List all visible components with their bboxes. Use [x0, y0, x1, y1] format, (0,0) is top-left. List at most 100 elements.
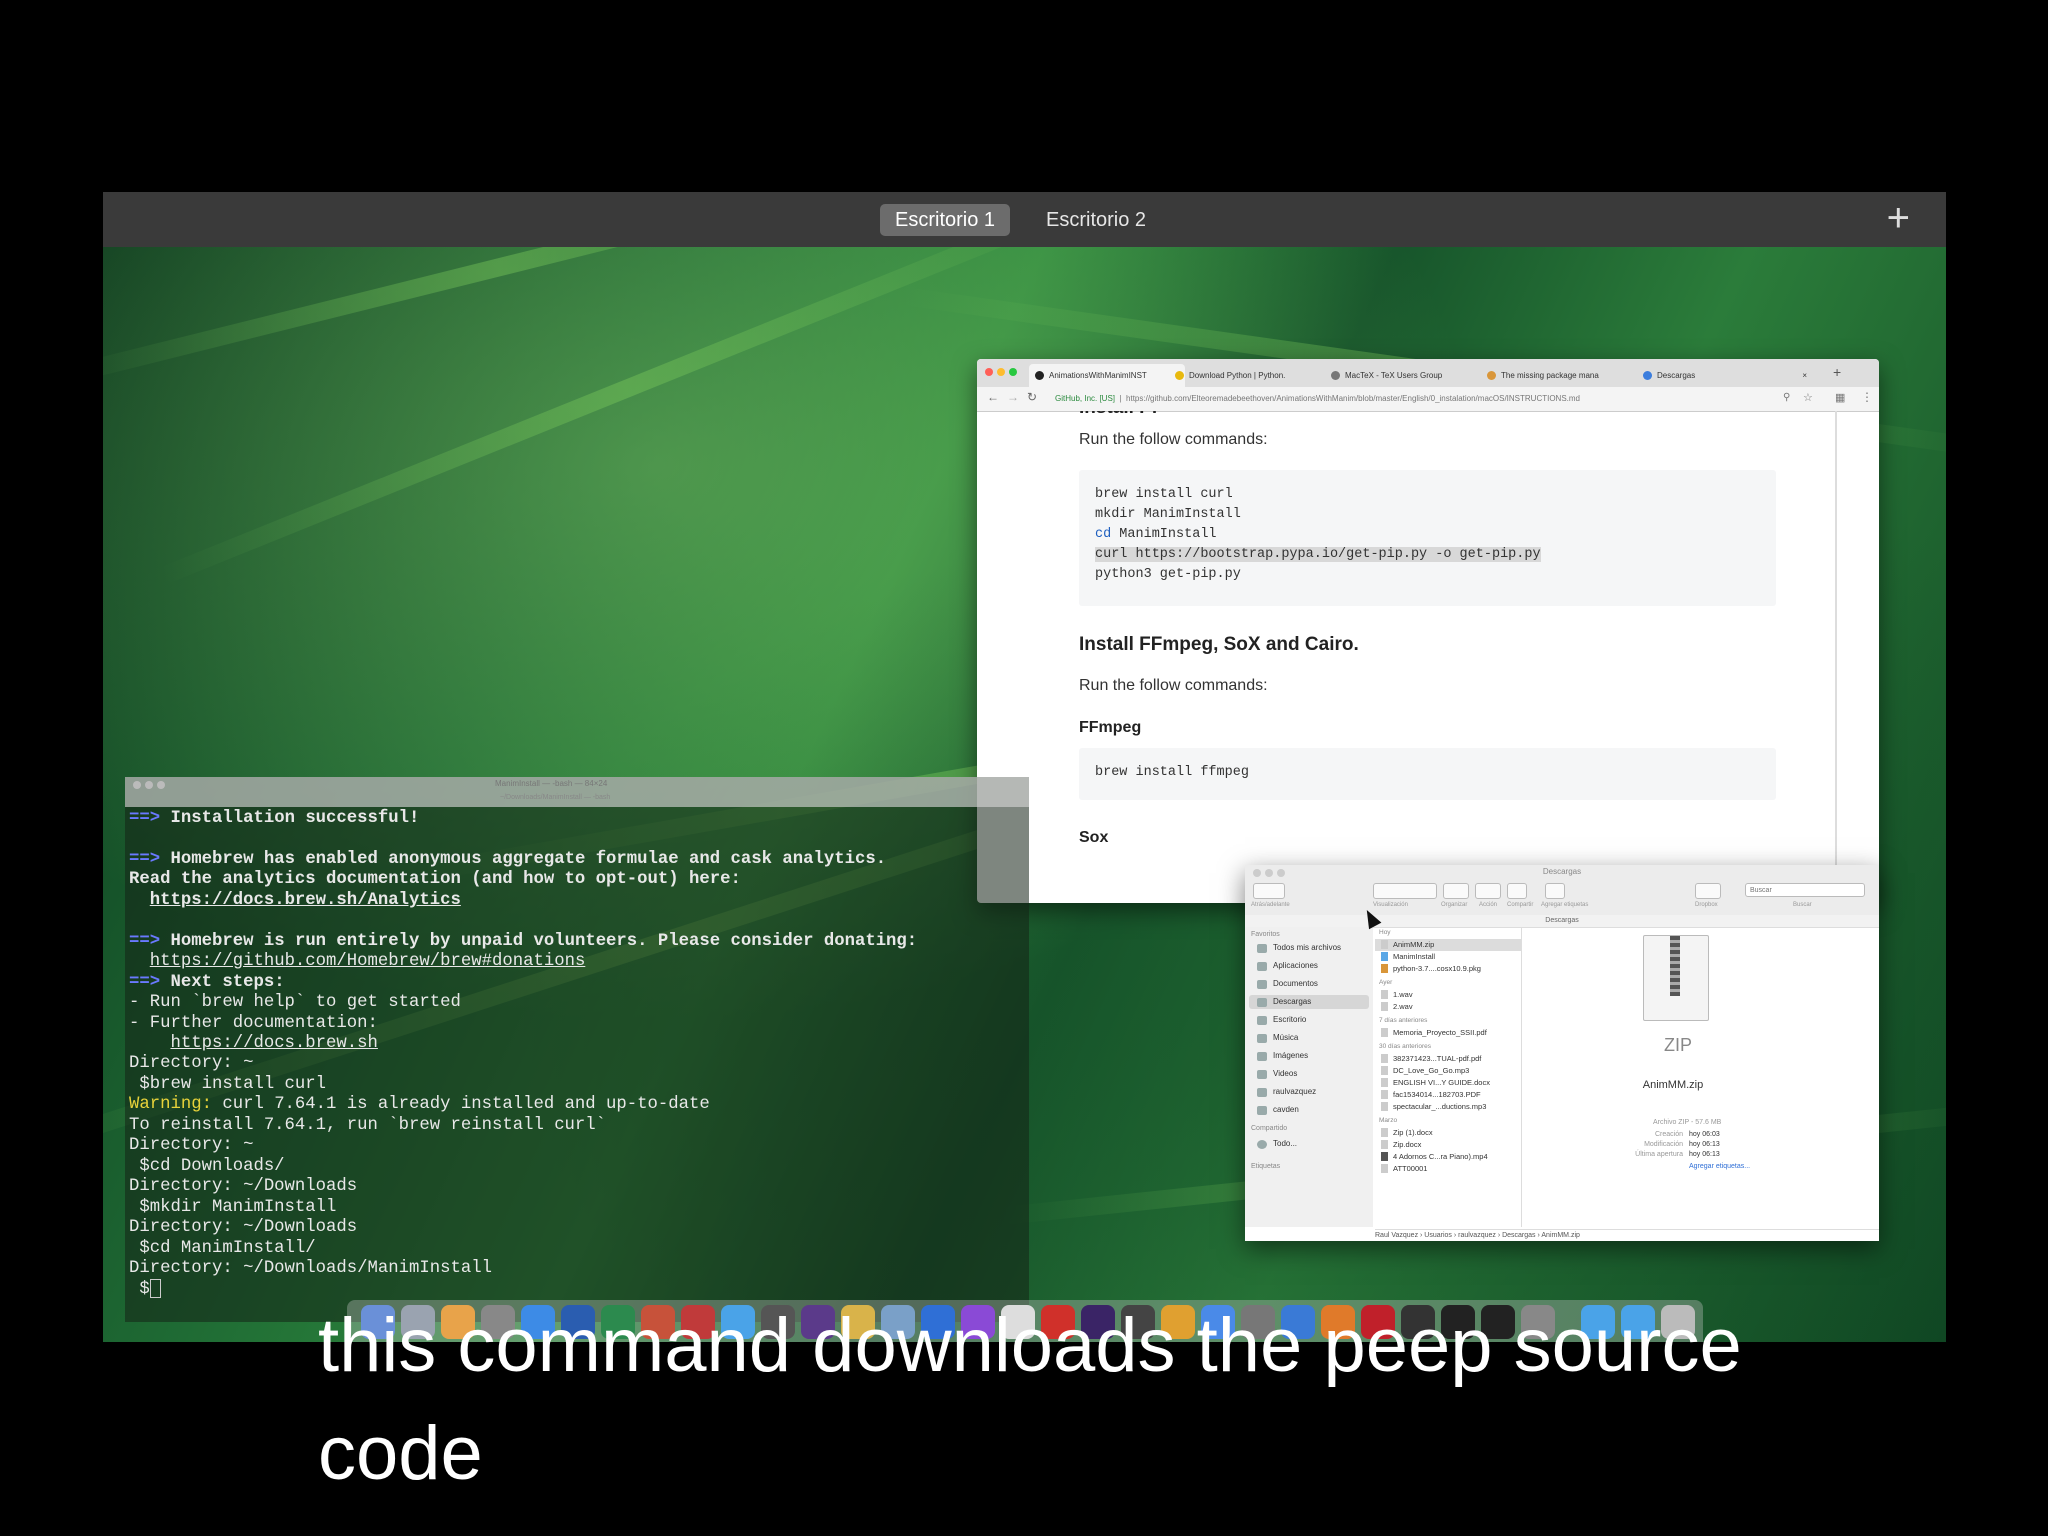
mac-screen: Escritorio 1 Escritorio 2 + AnimationsWi… [103, 192, 1946, 1342]
terminal-line: $mkdir ManimInstall [129, 1197, 337, 1217]
file-item[interactable]: python-3.7....cosx10.9.pkg [1393, 964, 1481, 973]
desktop-wallpaper: AnimationsWithManimINST × Download Pytho… [103, 247, 1946, 1342]
terminal-link[interactable]: https://github.com/Homebrew/brew#donatio… [150, 952, 586, 971]
address-bar[interactable]: GitHub, Inc. [US] | https://github.com/E… [1055, 391, 1735, 407]
preview-file-name: AnimMM.zip [1642, 1079, 1704, 1091]
file-item[interactable]: Zip (1).docx [1393, 1128, 1433, 1137]
new-tab-icon[interactable]: + [1833, 364, 1841, 380]
menu-icon[interactable]: ⋮ [1861, 390, 1873, 404]
dropbox-button[interactable] [1695, 883, 1721, 899]
section-heading: Install FFmpeg, SoX and Cairo. [1079, 634, 1359, 655]
sidebar-item[interactable]: Escritorio [1273, 1015, 1306, 1024]
browser-tab-mactex[interactable]: MacTeX - TeX Users Group × [1325, 364, 1497, 387]
sidebar-item[interactable]: Aplicaciones [1273, 961, 1318, 970]
file-item[interactable]: Zip.docx [1393, 1140, 1421, 1149]
toolbar-caption: Dropbox [1695, 902, 1718, 908]
file-item[interactable]: ManimInstall [1393, 952, 1435, 961]
file-item[interactable]: Memoria_Proyecto_SSII.pdf [1393, 1028, 1487, 1037]
zipper-graphic [1670, 936, 1680, 996]
action-gear-button[interactable] [1475, 883, 1501, 899]
sidebar-header: Favoritos [1251, 931, 1280, 938]
search-input[interactable] [1745, 883, 1865, 897]
minimize-window-button[interactable] [145, 781, 153, 789]
view-buttons[interactable] [1373, 883, 1437, 899]
share-button[interactable] [1507, 883, 1527, 899]
file-item[interactable]: 382371423...TUAL-pdf.pdf [1393, 1054, 1481, 1063]
code-block[interactable]: brew install ffmpeg [1079, 748, 1776, 800]
terminal-output[interactable]: ==> Installation successful! ==> Homebre… [129, 809, 917, 1301]
star-icon[interactable]: ☆ [1803, 391, 1813, 404]
browser-tab-homebrew[interactable]: The missing package mana × [1481, 364, 1653, 387]
browser-tab-github[interactable]: AnimationsWithManimINST × [1029, 364, 1185, 387]
docx-file-icon [1381, 1140, 1388, 1149]
zoom-window-button[interactable] [157, 781, 165, 789]
sidebar-item[interactable]: cavden [1273, 1105, 1299, 1114]
file-item[interactable]: AnimMM.zip [1393, 940, 1434, 949]
file-item[interactable]: 4 Adornos C...ra Piano).mp4 [1393, 1152, 1488, 1161]
extension-icon[interactable]: ▦ [1835, 391, 1845, 404]
code-block[interactable]: brew install curl mkdir ManimInstall cd … [1079, 470, 1776, 606]
file-item[interactable]: fac1534014...182703.PDF [1393, 1090, 1481, 1099]
close-tab-icon[interactable]: × [1802, 364, 1807, 387]
video-subtitle: this command downloads the peep source c… [318, 1292, 2038, 1508]
markdown-content: Install Pi Run the follow commands: brew… [977, 411, 1879, 903]
finder-window[interactable]: Descargas Atrás/adelante Visualización O… [1245, 865, 1879, 1241]
docx-file-icon [1381, 1078, 1388, 1087]
finder-path-bar[interactable]: Raul Vazquez › Usuarios › raulvazquez › … [1375, 1229, 1879, 1241]
file-item[interactable]: DC_Love_Go_Go.mp3 [1393, 1066, 1469, 1075]
minimize-window-button[interactable] [997, 368, 1005, 376]
file-item[interactable]: 2.wav [1393, 1002, 1413, 1011]
music-icon [1257, 1034, 1267, 1043]
meta-value: hoy 06:03 [1689, 1131, 1720, 1138]
sidebar-item[interactable]: Música [1273, 1033, 1298, 1042]
sidebar-item[interactable]: Imágenes [1273, 1051, 1308, 1060]
pdf-file-icon [1381, 1090, 1388, 1099]
terminal-line: Directory: ~/Downloads/ManimInstall [129, 1258, 492, 1278]
add-space-button[interactable]: + [1887, 198, 1910, 238]
file-item[interactable]: 1.wav [1393, 990, 1413, 999]
tab-label: MacTeX - TeX Users Group [1345, 371, 1443, 380]
back-arrow-icon[interactable]: ← [987, 390, 999, 404]
close-window-button[interactable] [133, 781, 141, 789]
zoom-window-button[interactable] [1009, 368, 1017, 376]
code-line: brew install ffmpeg [1095, 765, 1249, 780]
audio-file-icon [1381, 990, 1388, 999]
toolbar-caption: Acción [1479, 902, 1498, 908]
chrome-window[interactable]: AnimationsWithManimINST × Download Pytho… [977, 359, 1879, 903]
terminal-window[interactable]: ManimInstall — -bash — 84×24 ~/Downloads… [125, 777, 1029, 1322]
file-item[interactable]: ENGLISH VI...Y GUIDE.docx [1393, 1078, 1490, 1087]
sidebar-header: Compartido [1251, 1125, 1288, 1132]
close-window-button[interactable] [985, 368, 993, 376]
zip-file-icon [1381, 940, 1388, 949]
sidebar-item[interactable]: Todos mis archivos [1273, 943, 1341, 952]
finder-preview-pane: ZIP AnimMM.zip Archivo ZIP - 57.6 MB Cre… [1523, 927, 1879, 1227]
prompt-arrow: ==> [129, 972, 161, 992]
terminal-link[interactable]: https://docs.brew.sh [170, 1034, 377, 1053]
download-icon [1643, 371, 1652, 380]
terminal-line: Directory: ~/Downloads [129, 1218, 358, 1238]
search-icon[interactable]: ⚲ [1783, 392, 1790, 403]
prompt-arrow: ==> [129, 849, 161, 869]
zip-type-label: ZIP [1663, 1035, 1692, 1055]
browser-tab-python[interactable]: Download Python | Python. × [1169, 364, 1341, 387]
forward-arrow-icon[interactable]: → [1007, 390, 1019, 404]
group-header: Ayer [1379, 979, 1393, 986]
tab-label: The missing package mana [1501, 371, 1599, 380]
github-icon [1035, 371, 1044, 380]
sidebar-item[interactable]: Todo... [1273, 1139, 1297, 1148]
space-tab-escritorio-1[interactable]: Escritorio 1 [880, 204, 1011, 236]
sidebar-item[interactable]: Documentos [1273, 979, 1318, 988]
terminal-link[interactable]: https://docs.brew.sh/Analytics [150, 891, 461, 910]
sidebar-item[interactable]: raulvazquez [1273, 1087, 1316, 1096]
sidebar-item[interactable]: Videos [1273, 1069, 1297, 1078]
arrange-button[interactable] [1443, 883, 1469, 899]
space-tab-escritorio-2[interactable]: Escritorio 2 [1031, 204, 1161, 236]
add-tags-link[interactable]: Agregar etiquetas... [1689, 1163, 1750, 1170]
file-item[interactable]: spectacular_...ductions.mp3 [1393, 1102, 1486, 1111]
reload-icon[interactable]: ↻ [1027, 390, 1037, 404]
back-forward-buttons[interactable] [1253, 883, 1285, 899]
browser-tab-descargas[interactable]: Descargas × [1637, 364, 1811, 387]
file-item[interactable]: ATT00001 [1393, 1164, 1427, 1173]
sidebar-item-selected[interactable]: Descargas [1273, 997, 1311, 1006]
tag-button[interactable] [1545, 883, 1565, 899]
